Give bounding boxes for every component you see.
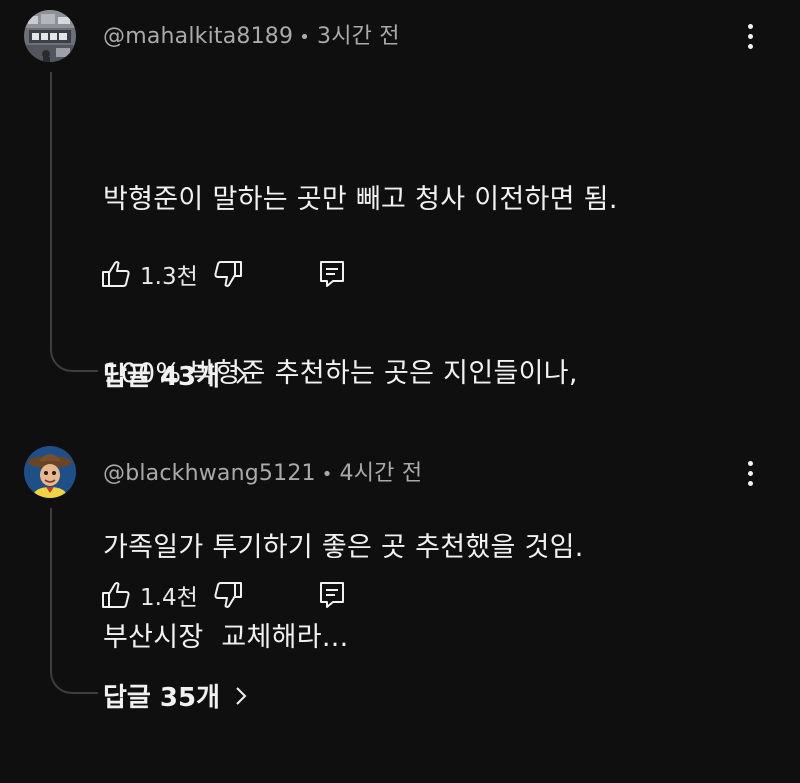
like-count: 1.3천 — [140, 264, 198, 290]
author-name[interactable]: @mahalkita8189 — [103, 24, 293, 49]
avatar[interactable] — [24, 446, 76, 498]
comment-time: 4시간 전 — [339, 461, 423, 486]
thumbs-down-icon — [214, 582, 242, 608]
comment-header: @mahalkita8189 • 3시간 전 — [103, 18, 400, 50]
reply-button[interactable] — [316, 258, 348, 290]
kebab-dot — [747, 460, 753, 466]
kebab-dot — [747, 470, 753, 476]
like-count: 1.4천 — [140, 585, 198, 611]
view-replies-button[interactable]: 답글 43개 — [103, 356, 248, 393]
comment-actions: 1.4천 — [100, 575, 348, 615]
comment-actions: 1.3천 — [100, 254, 348, 294]
like-button[interactable] — [100, 579, 132, 611]
reply-button[interactable] — [316, 579, 348, 611]
kebab-dot — [747, 43, 753, 49]
thumbs-down-icon — [214, 261, 242, 287]
author-name[interactable]: @blackhwang5121 — [103, 461, 316, 486]
comment-time: 3시간 전 — [317, 24, 400, 49]
more-options-button[interactable] — [736, 18, 764, 54]
thread-line — [50, 508, 98, 694]
comment-line: 부산시장 교체해라... — [103, 622, 349, 653]
replies-count: 답글 35개 — [103, 683, 220, 713]
dislike-button[interactable] — [212, 258, 244, 290]
replies-count: 답글 43개 — [103, 362, 220, 392]
reply-comment-icon — [319, 261, 344, 287]
thread-line — [50, 72, 98, 372]
kebab-dot — [747, 33, 753, 39]
separator-dot: • — [321, 464, 333, 485]
view-replies-button[interactable]: 답글 35개 — [103, 677, 248, 714]
comment-header: @blackhwang5121 • 4시간 전 — [103, 455, 422, 487]
like-button[interactable] — [100, 258, 132, 290]
comment-text: 부산시장 교체해라... — [103, 493, 349, 783]
avatar-cowboy-icon — [24, 446, 76, 498]
avatar-collage-icon — [24, 10, 76, 62]
more-options-button[interactable] — [736, 455, 764, 491]
reply-comment-icon — [319, 582, 344, 608]
chevron-right-icon — [234, 685, 248, 707]
thumbs-up-icon — [102, 261, 130, 287]
avatar[interactable] — [24, 10, 76, 62]
dislike-button[interactable] — [212, 579, 244, 611]
separator-dot: • — [299, 27, 311, 48]
kebab-dot — [747, 23, 753, 29]
kebab-dot — [747, 480, 753, 486]
thumbs-up-icon — [102, 582, 130, 608]
chevron-right-icon — [234, 364, 248, 386]
comment-line: 박형준이 말하는 곳만 빼고 청사 이전하면 됨. — [103, 184, 618, 215]
